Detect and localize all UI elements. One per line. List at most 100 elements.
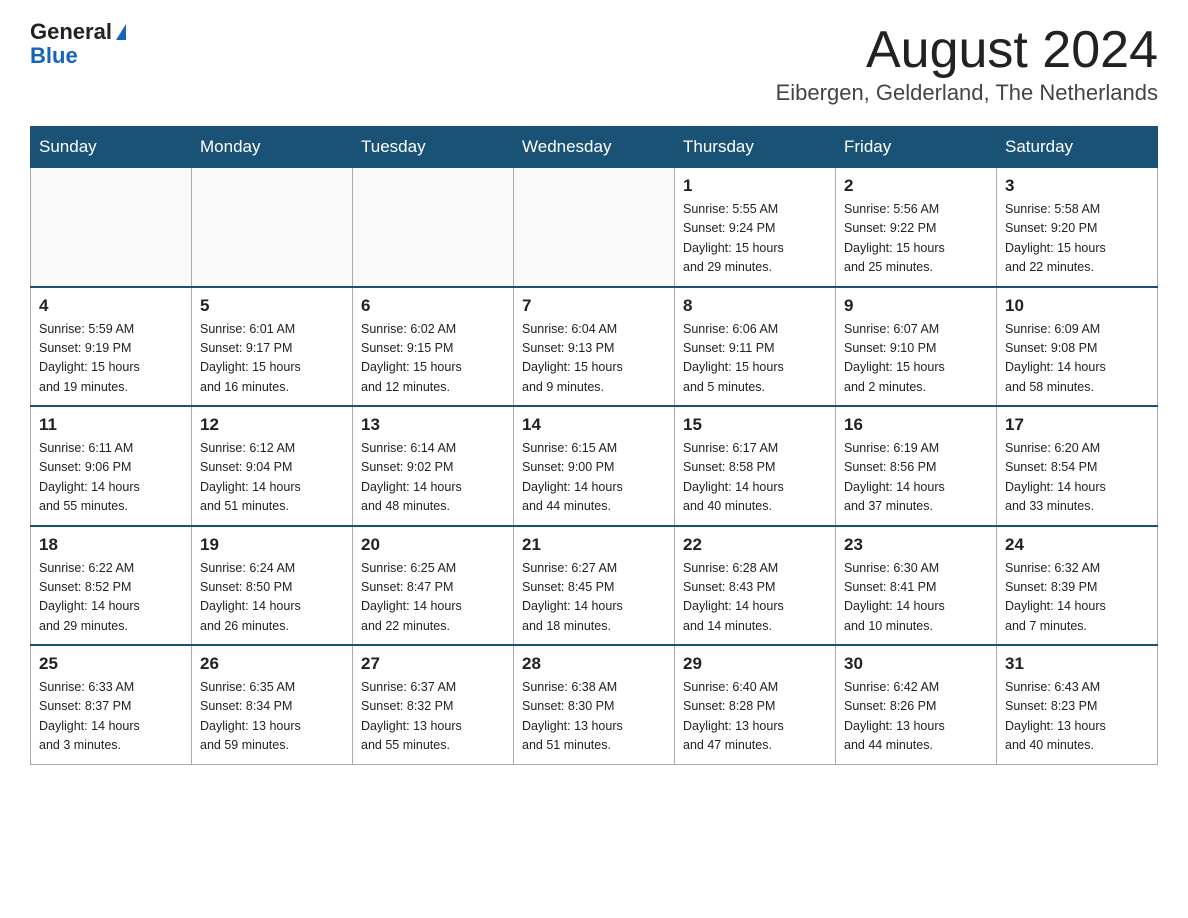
day-info: Sunrise: 5:58 AMSunset: 9:20 PMDaylight:… [1005,200,1149,278]
calendar-cell [192,168,353,287]
calendar-cell: 24 Sunrise: 6:32 AMSunset: 8:39 PMDayligh… [997,526,1158,646]
day-number: 5 [200,296,344,316]
day-info: Sunrise: 6:12 AMSunset: 9:04 PMDaylight:… [200,439,344,517]
calendar-cell: 1Sunrise: 5:55 AMSunset: 9:24 PMDaylight… [675,168,836,287]
calendar-cell: 23 Sunrise: 6:30 AMSunset: 8:41 PMDayligh… [836,526,997,646]
day-info: Sunrise: 6:43 AMSunset: 8:23 PMDaylight:… [1005,678,1149,756]
day-info: Sunrise: 6:40 AMSunset: 8:28 PMDaylight:… [683,678,827,756]
calendar-cell: 4Sunrise: 5:59 AMSunset: 9:19 PMDaylight… [31,287,192,407]
calendar-week-row: 25 Sunrise: 6:33 AMSunset: 8:37 PMDayligh… [31,645,1158,764]
day-info: Sunrise: 5:55 AMSunset: 9:24 PMDaylight:… [683,200,827,278]
weekday-header-friday: Friday [836,127,997,168]
day-info: Sunrise: 5:56 AMSunset: 9:22 PMDaylight:… [844,200,988,278]
calendar-cell: 18 Sunrise: 6:22 AMSunset: 8:52 PMDayligh… [31,526,192,646]
calendar-week-row: 18 Sunrise: 6:22 AMSunset: 8:52 PMDayligh… [31,526,1158,646]
location-title: Eibergen, Gelderland, The Netherlands [776,80,1158,106]
day-number: 23 [844,535,988,555]
calendar-cell: 30 Sunrise: 6:42 AMSunset: 8:26 PMDayligh… [836,645,997,764]
calendar-cell [514,168,675,287]
calendar-table: SundayMondayTuesdayWednesdayThursdayFrid… [30,126,1158,765]
day-info: Sunrise: 6:06 AMSunset: 9:11 PMDaylight:… [683,320,827,398]
calendar-cell: 14 Sunrise: 6:15 AMSunset: 9:00 PMDayligh… [514,406,675,526]
calendar-week-row: 11 Sunrise: 6:11 AMSunset: 9:06 PMDayligh… [31,406,1158,526]
calendar-cell: 15Sunrise: 6:17 AMSunset: 8:58 PMDayligh… [675,406,836,526]
day-info: Sunrise: 6:38 AMSunset: 8:30 PMDaylight:… [522,678,666,756]
day-info: Sunrise: 6:24 AMSunset: 8:50 PMDaylight:… [200,559,344,637]
day-number: 18 [39,535,183,555]
day-number: 12 [200,415,344,435]
calendar-cell: 19 Sunrise: 6:24 AMSunset: 8:50 PMDayligh… [192,526,353,646]
day-info: Sunrise: 6:04 AMSunset: 9:13 PMDaylight:… [522,320,666,398]
day-number: 24 [1005,535,1149,555]
weekday-header-thursday: Thursday [675,127,836,168]
day-info: Sunrise: 6:42 AMSunset: 8:26 PMDaylight:… [844,678,988,756]
day-info: Sunrise: 6:02 AMSunset: 9:15 PMDaylight:… [361,320,505,398]
day-info: Sunrise: 6:07 AMSunset: 9:10 PMDaylight:… [844,320,988,398]
calendar-cell: 5 Sunrise: 6:01 AMSunset: 9:17 PMDaylight… [192,287,353,407]
day-info: Sunrise: 6:30 AMSunset: 8:41 PMDaylight:… [844,559,988,637]
calendar-cell: 3Sunrise: 5:58 AMSunset: 9:20 PMDaylight… [997,168,1158,287]
calendar-cell: 16 Sunrise: 6:19 AMSunset: 8:56 PMDayligh… [836,406,997,526]
day-info: Sunrise: 6:20 AMSunset: 8:54 PMDaylight:… [1005,439,1149,517]
day-number: 14 [522,415,666,435]
day-info: Sunrise: 6:32 AMSunset: 8:39 PMDaylight:… [1005,559,1149,637]
logo-blue-text: Blue [30,44,78,68]
day-info: Sunrise: 6:37 AMSunset: 8:32 PMDaylight:… [361,678,505,756]
day-number: 21 [522,535,666,555]
day-number: 25 [39,654,183,674]
logo: General Blue [30,20,126,68]
calendar-cell [353,168,514,287]
day-number: 30 [844,654,988,674]
day-info: Sunrise: 6:19 AMSunset: 8:56 PMDaylight:… [844,439,988,517]
day-number: 6 [361,296,505,316]
day-info: Sunrise: 6:09 AMSunset: 9:08 PMDaylight:… [1005,320,1149,398]
page-header: General Blue August 2024 Eibergen, Gelde… [30,20,1158,106]
day-number: 10 [1005,296,1149,316]
day-number: 7 [522,296,666,316]
weekday-header-saturday: Saturday [997,127,1158,168]
calendar-cell: 13 Sunrise: 6:14 AMSunset: 9:02 PMDayligh… [353,406,514,526]
calendar-cell: 9 Sunrise: 6:07 AMSunset: 9:10 PMDaylight… [836,287,997,407]
calendar-week-row: 1Sunrise: 5:55 AMSunset: 9:24 PMDaylight… [31,168,1158,287]
logo-general-text: General [30,20,112,44]
calendar-cell: 11 Sunrise: 6:11 AMSunset: 9:06 PMDayligh… [31,406,192,526]
day-number: 31 [1005,654,1149,674]
calendar-cell: 7 Sunrise: 6:04 AMSunset: 9:13 PMDaylight… [514,287,675,407]
month-title: August 2024 [776,20,1158,80]
calendar-cell: 10 Sunrise: 6:09 AMSunset: 9:08 PMDayligh… [997,287,1158,407]
day-info: Sunrise: 5:59 AMSunset: 9:19 PMDaylight:… [39,320,183,398]
calendar-week-row: 4Sunrise: 5:59 AMSunset: 9:19 PMDaylight… [31,287,1158,407]
day-number: 16 [844,415,988,435]
calendar-cell [31,168,192,287]
day-number: 13 [361,415,505,435]
calendar-cell: 17Sunrise: 6:20 AMSunset: 8:54 PMDayligh… [997,406,1158,526]
day-number: 11 [39,415,183,435]
day-number: 27 [361,654,505,674]
day-info: Sunrise: 6:01 AMSunset: 9:17 PMDaylight:… [200,320,344,398]
day-info: Sunrise: 6:28 AMSunset: 8:43 PMDaylight:… [683,559,827,637]
day-number: 15 [683,415,827,435]
calendar-cell: 25 Sunrise: 6:33 AMSunset: 8:37 PMDayligh… [31,645,192,764]
calendar-cell: 29 Sunrise: 6:40 AMSunset: 8:28 PMDayligh… [675,645,836,764]
title-area: August 2024 Eibergen, Gelderland, The Ne… [776,20,1158,106]
day-number: 20 [361,535,505,555]
day-number: 9 [844,296,988,316]
day-info: Sunrise: 6:22 AMSunset: 8:52 PMDaylight:… [39,559,183,637]
day-number: 29 [683,654,827,674]
weekday-header-row: SundayMondayTuesdayWednesdayThursdayFrid… [31,127,1158,168]
day-number: 22 [683,535,827,555]
day-number: 19 [200,535,344,555]
day-info: Sunrise: 6:33 AMSunset: 8:37 PMDaylight:… [39,678,183,756]
day-info: Sunrise: 6:14 AMSunset: 9:02 PMDaylight:… [361,439,505,517]
logo-triangle-icon [116,24,126,40]
weekday-header-monday: Monday [192,127,353,168]
calendar-cell: 8Sunrise: 6:06 AMSunset: 9:11 PMDaylight… [675,287,836,407]
calendar-cell: 12 Sunrise: 6:12 AMSunset: 9:04 PMDayligh… [192,406,353,526]
day-number: 26 [200,654,344,674]
day-info: Sunrise: 6:11 AMSunset: 9:06 PMDaylight:… [39,439,183,517]
day-info: Sunrise: 6:15 AMSunset: 9:00 PMDaylight:… [522,439,666,517]
weekday-header-tuesday: Tuesday [353,127,514,168]
day-info: Sunrise: 6:25 AMSunset: 8:47 PMDaylight:… [361,559,505,637]
calendar-cell: 21Sunrise: 6:27 AMSunset: 8:45 PMDayligh… [514,526,675,646]
day-number: 28 [522,654,666,674]
